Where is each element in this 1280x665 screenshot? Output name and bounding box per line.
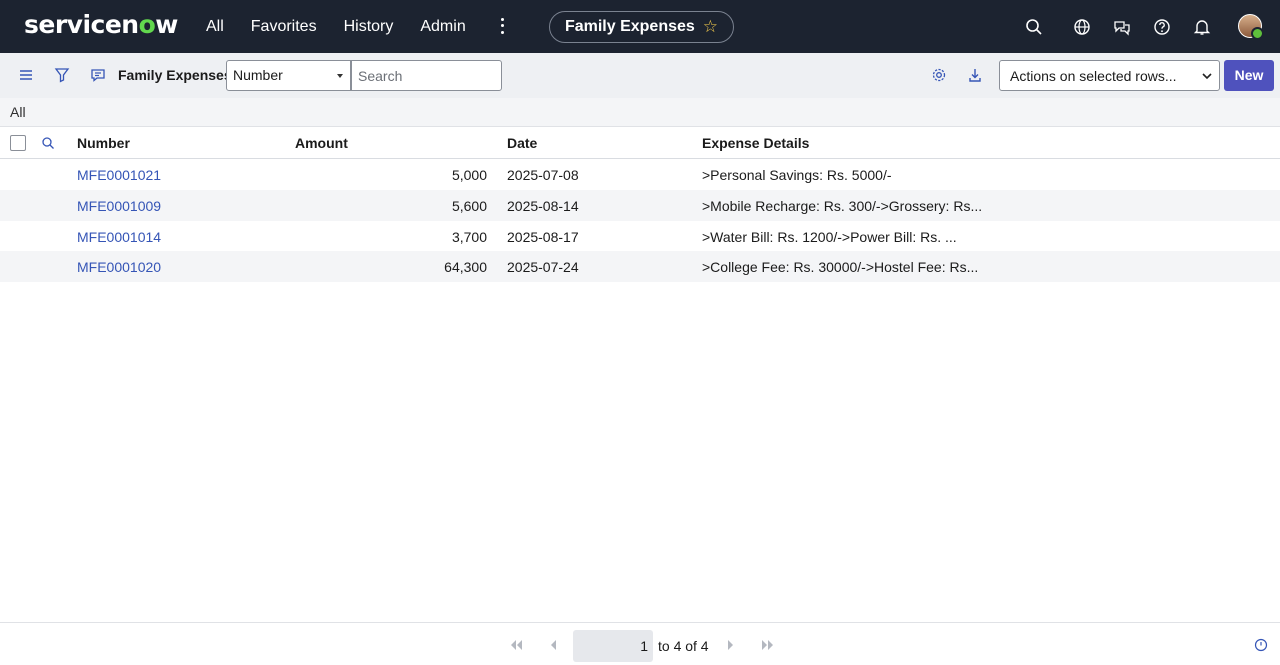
chevron-down-icon [1202, 73, 1212, 80]
actions-select[interactable]: Actions on selected rows... [999, 60, 1220, 91]
page-range-text: to 4 of 4 [658, 638, 709, 654]
cell-details: >Personal Savings: Rs. 5000/- [702, 167, 892, 183]
context-title-pill[interactable]: Family Expenses ☆ [549, 11, 734, 43]
help-icon[interactable] [1152, 17, 1172, 37]
cell-amount: 3,700 [451, 229, 487, 245]
top-nav: servicenow All Favorites History Admin F… [0, 0, 1280, 53]
table-row[interactable]: MFE0001014 3,700 2025-08-17 >Water Bill:… [0, 221, 1280, 252]
nav-links: All Favorites History Admin [206, 0, 466, 53]
more-menu-icon[interactable] [496, 16, 508, 36]
gear-icon[interactable] [930, 66, 948, 84]
previous-page-icon[interactable] [548, 639, 558, 651]
column-search-icon[interactable] [41, 136, 55, 150]
breadcrumb: All [0, 98, 1280, 127]
header-number[interactable]: Number [77, 135, 130, 151]
actions-select-value: Actions on selected rows... [1010, 68, 1177, 84]
hamburger-menu-icon[interactable] [17, 66, 35, 84]
servicenow-logo[interactable]: servicenow [24, 10, 178, 39]
response-time-icon[interactable] [1254, 638, 1268, 652]
cell-number[interactable]: MFE0001021 [77, 167, 161, 183]
filter-icon[interactable] [53, 66, 71, 84]
search-icon[interactable] [1024, 17, 1044, 37]
nav-history[interactable]: History [344, 18, 394, 36]
header-expense-details[interactable]: Expense Details [702, 135, 809, 151]
list-title[interactable]: Family Expenses [118, 67, 232, 83]
table-row[interactable]: MFE0001020 64,300 2025-07-24 >College Fe… [0, 251, 1280, 282]
nav-admin[interactable]: Admin [420, 18, 465, 36]
globe-icon[interactable] [1072, 17, 1092, 37]
context-title: Family Expenses [564, 18, 695, 35]
list-toolbar: Family Expenses Number Actions on select… [0, 53, 1280, 98]
chat-icon[interactable] [1112, 17, 1132, 37]
cell-details: >Water Bill: Rs. 1200/->Power Bill: Rs. … [702, 229, 957, 245]
nav-all[interactable]: All [206, 18, 224, 36]
favorite-star-icon[interactable]: ☆ [703, 17, 718, 37]
table-row[interactable]: MFE0001009 5,600 2025-08-14 >Mobile Rech… [0, 190, 1280, 221]
breadcrumb-all[interactable]: All [10, 104, 26, 120]
select-all-checkbox[interactable] [10, 135, 26, 151]
table-row[interactable]: MFE0001021 5,000 2025-07-08 >Personal Sa… [0, 159, 1280, 190]
cell-number[interactable]: MFE0001020 [77, 259, 161, 275]
cell-date: 2025-08-17 [507, 229, 579, 245]
search-input[interactable] [351, 60, 502, 91]
search-field-value: Number [233, 67, 283, 83]
cell-amount: 5,000 [451, 167, 487, 183]
cell-number[interactable]: MFE0001014 [77, 229, 161, 245]
comment-icon[interactable] [89, 66, 107, 84]
nav-favorites[interactable]: Favorites [251, 18, 317, 36]
search-field-select[interactable]: Number [226, 60, 351, 91]
header-date[interactable]: Date [507, 135, 537, 151]
download-icon[interactable] [966, 66, 984, 84]
cell-details: >Mobile Recharge: Rs. 300/->Grossery: Rs… [702, 198, 983, 214]
next-page-icon[interactable] [726, 639, 736, 651]
cell-date: 2025-08-14 [507, 198, 579, 214]
pagination-bar: 1 to 4 of 4 [0, 622, 1280, 665]
cell-amount: 5,600 [451, 198, 487, 214]
user-avatar[interactable] [1238, 14, 1264, 40]
first-page-icon[interactable] [510, 639, 524, 651]
cell-date: 2025-07-24 [507, 259, 579, 275]
new-button[interactable]: New [1224, 60, 1274, 91]
cell-amount: 64,300 [444, 259, 487, 275]
last-page-icon[interactable] [760, 639, 774, 651]
cell-details: >College Fee: Rs. 30000/->Hostel Fee: Rs… [702, 259, 979, 275]
header-amount[interactable]: Amount [295, 135, 348, 151]
cell-number[interactable]: MFE0001009 [77, 198, 161, 214]
bell-icon[interactable] [1192, 17, 1212, 37]
cell-date: 2025-07-08 [507, 167, 579, 183]
caret-down-icon [337, 74, 343, 78]
table-header: Number Amount Date Expense Details [0, 127, 1280, 159]
page-number-input[interactable]: 1 [573, 630, 653, 662]
